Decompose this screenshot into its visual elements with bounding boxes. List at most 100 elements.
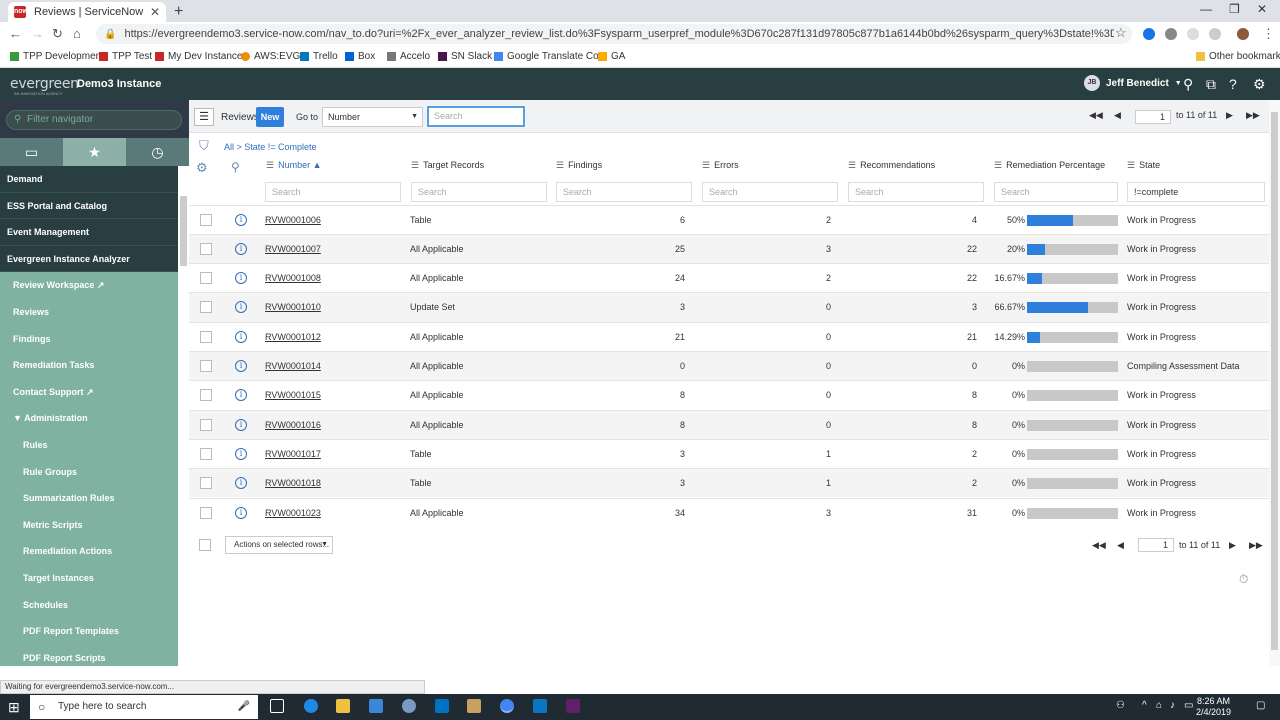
- info-icon[interactable]: i: [235, 213, 247, 226]
- sidebar-item-pdf-report-templates[interactable]: PDF Report Templates: [0, 618, 178, 645]
- search-icon[interactable]: ⚲: [1183, 76, 1193, 93]
- chrome-icon[interactable]: [500, 699, 514, 713]
- slack-icon[interactable]: [566, 699, 580, 713]
- sidebar-item-administration[interactable]: ▼ Administration: [0, 405, 178, 432]
- column-search-number[interactable]: Search: [265, 182, 401, 202]
- column-menu-icon[interactable]: ☰: [994, 160, 1002, 170]
- address-bar[interactable]: 🔒 https://evergreendemo3.service-now.com…: [96, 24, 1132, 44]
- review-number-link[interactable]: RVW0001023: [265, 499, 321, 528]
- browser-tab[interactable]: now Reviews | ServiceNow ✕: [8, 2, 166, 22]
- app-icon[interactable]: [533, 699, 547, 713]
- info-icon[interactable]: i: [235, 506, 247, 519]
- volume-icon[interactable]: ♪: [1170, 700, 1175, 711]
- last-page-icon[interactable]: ▶▶: [1249, 540, 1263, 551]
- breadcrumb[interactable]: All > State != Complete: [224, 142, 317, 152]
- column-header-remediation-percentage[interactable]: ☰ Remediation Percentage: [994, 160, 1105, 176]
- taskbar-search-input[interactable]: ○ Type here to search 🎤: [30, 695, 258, 719]
- app-icon[interactable]: [402, 699, 416, 713]
- system-clock[interactable]: 8:26 AM 2/4/2019: [1196, 696, 1231, 718]
- column-header-errors[interactable]: ☰ Errors: [702, 160, 739, 176]
- minimize-icon[interactable]: —: [1200, 2, 1212, 16]
- info-icon[interactable]: i: [235, 360, 247, 372]
- review-number-link[interactable]: RVW0001015: [265, 381, 321, 410]
- review-number-link[interactable]: RVW0001014: [265, 352, 321, 381]
- sidebar-item-reviews[interactable]: Reviews: [0, 298, 178, 326]
- column-header-state[interactable]: ☰ State: [1127, 160, 1160, 176]
- sidebar-item-schedules[interactable]: Schedules: [0, 591, 178, 619]
- network-icon[interactable]: ⌂: [1156, 700, 1162, 711]
- forward-icon[interactable]: →: [31, 26, 44, 41]
- list-context-menu-button[interactable]: ☰: [194, 108, 214, 126]
- column-menu-icon[interactable]: ☰: [848, 160, 856, 170]
- column-header-findings[interactable]: ☰ Findings: [556, 160, 602, 176]
- task-view-icon[interactable]: [270, 699, 284, 713]
- column-header-target-records[interactable]: ☰ Target Records: [411, 160, 484, 176]
- row-checkbox[interactable]: [200, 272, 212, 285]
- column-header-number[interactable]: ☰ Number ▲: [266, 160, 322, 176]
- store-icon[interactable]: [369, 699, 383, 713]
- filter-icon[interactable]: ⛉: [199, 138, 209, 154]
- microphone-icon[interactable]: 🎤: [238, 695, 250, 719]
- sidebar-item-contact-support[interactable]: Contact Support ↗: [0, 378, 178, 406]
- sidebar-item-metric-scripts[interactable]: Metric Scripts: [0, 511, 178, 539]
- row-checkbox[interactable]: [200, 242, 212, 255]
- other-bookmarks[interactable]: Other bookmarks: [1196, 51, 1280, 62]
- first-page-icon[interactable]: ◀◀: [1092, 540, 1106, 551]
- battery-icon[interactable]: ▭: [1184, 700, 1193, 711]
- column-menu-icon[interactable]: ☰: [702, 160, 710, 170]
- windows-start-icon[interactable]: ⊞: [8, 699, 20, 716]
- gear-icon[interactable]: ⚙: [1253, 76, 1266, 93]
- previous-page-icon[interactable]: ◀: [1114, 110, 1121, 121]
- sidebar-item-pdf-report-scripts[interactable]: PDF Report Scripts: [0, 644, 178, 666]
- row-checkbox[interactable]: [200, 213, 212, 226]
- list-scrollbar[interactable]: [1269, 100, 1280, 666]
- page-number-input[interactable]: 1: [1135, 110, 1171, 124]
- column-search-findings[interactable]: Search: [556, 182, 692, 202]
- bookmark-item[interactable]: Trello: [300, 51, 338, 62]
- sidebar-item-review-workspace[interactable]: Review Workspace ↗: [0, 272, 178, 299]
- sidebar-item-rules[interactable]: Rules: [0, 431, 178, 459]
- review-number-link[interactable]: RVW0001008: [265, 264, 321, 293]
- home-icon[interactable]: ⌂: [73, 26, 81, 41]
- bookmark-item[interactable]: Google Translate Co...: [494, 51, 607, 62]
- sidebar-item-findings[interactable]: Findings: [0, 325, 178, 353]
- close-tab-icon[interactable]: ✕: [150, 5, 160, 19]
- review-number-link[interactable]: RVW0001017: [265, 440, 321, 469]
- wordpress-extension-icon[interactable]: [1165, 28, 1177, 40]
- scrollbar-thumb[interactable]: [1271, 112, 1278, 650]
- row-checkbox[interactable]: [200, 447, 212, 460]
- info-icon[interactable]: i: [235, 447, 247, 460]
- menu-dots-icon[interactable]: ⋮: [1262, 26, 1275, 42]
- bookmark-item[interactable]: AWS:EVG: [241, 51, 300, 62]
- column-menu-icon[interactable]: ☰: [1127, 160, 1135, 170]
- column-header-recommendations[interactable]: ☰ Recommendations: [848, 160, 935, 176]
- info-icon[interactable]: i: [235, 242, 247, 255]
- column-search-recommendations[interactable]: Search: [848, 182, 984, 202]
- bookmark-item[interactable]: Accelo: [387, 51, 430, 62]
- new-button[interactable]: New: [256, 107, 284, 127]
- list-settings-gear-icon[interactable]: ⚙: [196, 160, 208, 176]
- bookmark-item[interactable]: My Dev Instance: [155, 51, 242, 62]
- page-number-input[interactable]: 1: [1138, 538, 1174, 552]
- file-explorer-icon[interactable]: [336, 699, 350, 713]
- new-tab-icon[interactable]: +: [174, 3, 183, 21]
- row-checkbox[interactable]: [200, 360, 212, 372]
- sidebar-item-evergreen-instance-analyzer[interactable]: Evergreen Instance Analyzer: [0, 245, 178, 273]
- info-icon[interactable]: i: [235, 389, 247, 402]
- filter-navigator-input[interactable]: ⚲ Filter navigator: [6, 110, 182, 130]
- review-number-link[interactable]: RVW0001018: [265, 469, 321, 498]
- tray-chevron-up-icon[interactable]: ^: [1142, 700, 1147, 711]
- row-checkbox[interactable]: [200, 506, 212, 519]
- row-checkbox[interactable]: [200, 330, 212, 343]
- row-checkbox[interactable]: [200, 477, 212, 490]
- app-icon[interactable]: [467, 699, 481, 713]
- tab-all-applications[interactable]: ▭: [0, 138, 63, 166]
- row-checkbox[interactable]: [200, 389, 212, 402]
- sidebar-item-event-management[interactable]: Event Management: [0, 219, 178, 246]
- response-time-icon[interactable]: ⏱: [1239, 572, 1248, 587]
- extension-icon[interactable]: [1143, 28, 1155, 40]
- column-search-state[interactable]: !=complete: [1127, 182, 1265, 202]
- search-input[interactable]: Search: [427, 106, 525, 127]
- bookmark-item[interactable]: Box: [345, 51, 375, 62]
- sidebar-item-demand[interactable]: Demand: [0, 166, 178, 193]
